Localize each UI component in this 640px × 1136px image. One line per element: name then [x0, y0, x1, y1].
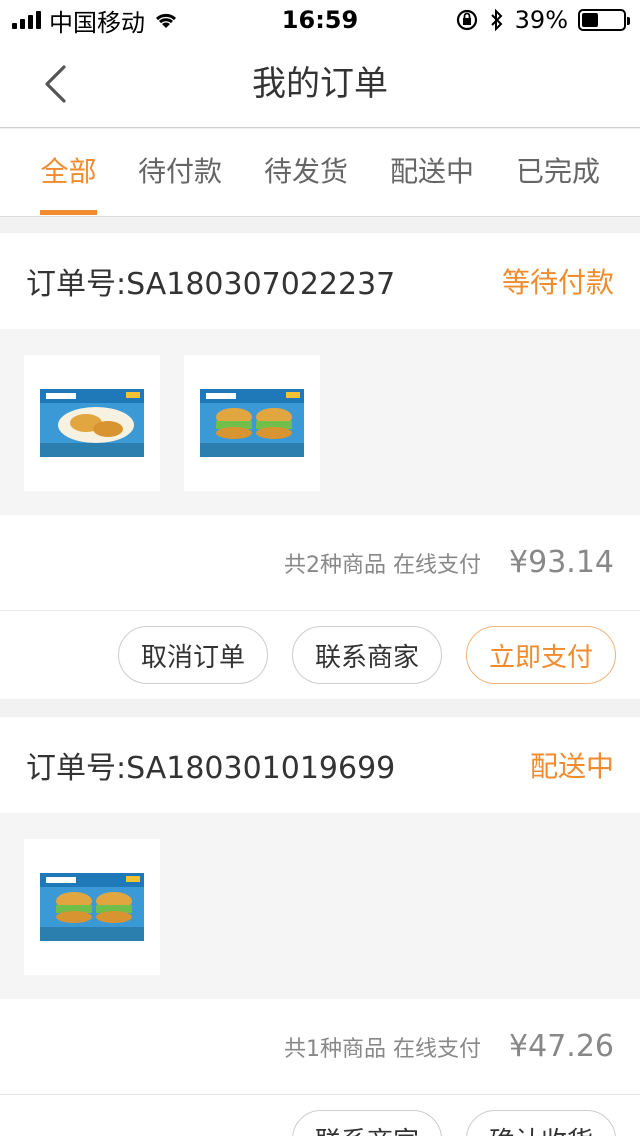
order-number: 订单号:SA180301019699: [26, 751, 396, 786]
status-right: 39%: [455, 0, 630, 40]
product-thumbnail[interactable]: [184, 355, 320, 491]
pay-now-button[interactable]: 立即支付: [465, 626, 616, 684]
order-total: ¥93.14: [509, 545, 614, 580]
fish-burger-package-image: [40, 873, 144, 941]
product-thumbnail[interactable]: [24, 839, 160, 975]
status-bar: 中国移动 16:59 39%: [0, 0, 640, 40]
order-header: 订单号:SA180307022237 等待付款: [0, 233, 640, 329]
fish-burger-package-image: [200, 389, 304, 457]
rotation-lock-icon: [456, 9, 477, 31]
tab-completed[interactable]: 已完成: [514, 129, 602, 217]
bluetooth-icon: [490, 8, 503, 32]
fish-fillet-package-image: [40, 389, 144, 457]
order-number: 订单号:SA180307022237: [26, 267, 396, 302]
battery-fill: [582, 13, 598, 27]
order-status: 等待付款: [501, 266, 614, 299]
goods-strip[interactable]: [0, 329, 640, 515]
page-title: 我的订单: [252, 64, 388, 104]
order-summary: 共1种商品 在线支付 ¥47.26: [0, 999, 640, 1095]
tab-pending-shipment[interactable]: 待发货: [262, 129, 350, 217]
contact-seller-button[interactable]: 联系商家: [291, 626, 442, 684]
goods-strip[interactable]: [0, 813, 640, 999]
order-summary: 共2种商品 在线支付 ¥93.14: [0, 515, 640, 611]
confirm-receipt-button[interactable]: 确认收货: [465, 1110, 616, 1136]
product-thumbnail[interactable]: [24, 355, 160, 491]
contact-seller-button[interactable]: 联系商家: [291, 1110, 442, 1136]
order-total: ¥47.26: [509, 1029, 614, 1064]
items-count-payment: 共1种商品 在线支付: [284, 1036, 482, 1062]
order-status: 配送中: [529, 750, 614, 783]
order-tabs: 全部 待付款 待发货 配送中 已完成: [0, 129, 640, 217]
active-tab-indicator: [40, 210, 97, 215]
order-card[interactable]: 订单号:SA180307022237 等待付款 共2种商品 在线支付 ¥93.1…: [0, 233, 640, 699]
cancel-order-button[interactable]: 取消订单: [117, 626, 268, 684]
order-header: 订单号:SA180301019699 配送中: [0, 717, 640, 813]
nav-bar: 我的订单: [0, 40, 640, 128]
battery-icon: [578, 9, 630, 31]
tab-delivering[interactable]: 配送中: [388, 129, 476, 217]
tab-pending-payment[interactable]: 待付款: [136, 129, 224, 217]
order-actions: 取消订单 联系商家 立即支付: [0, 611, 640, 699]
order-actions: 联系商家 确认收货: [0, 1095, 640, 1136]
tab-all[interactable]: 全部: [40, 129, 97, 217]
battery-percent: 39%: [514, 6, 568, 34]
items-count-payment: 共2种商品 在线支付: [284, 552, 482, 578]
order-card[interactable]: 订单号:SA180301019699 配送中 共1种商品 在线支付 ¥47.26…: [0, 717, 640, 1136]
